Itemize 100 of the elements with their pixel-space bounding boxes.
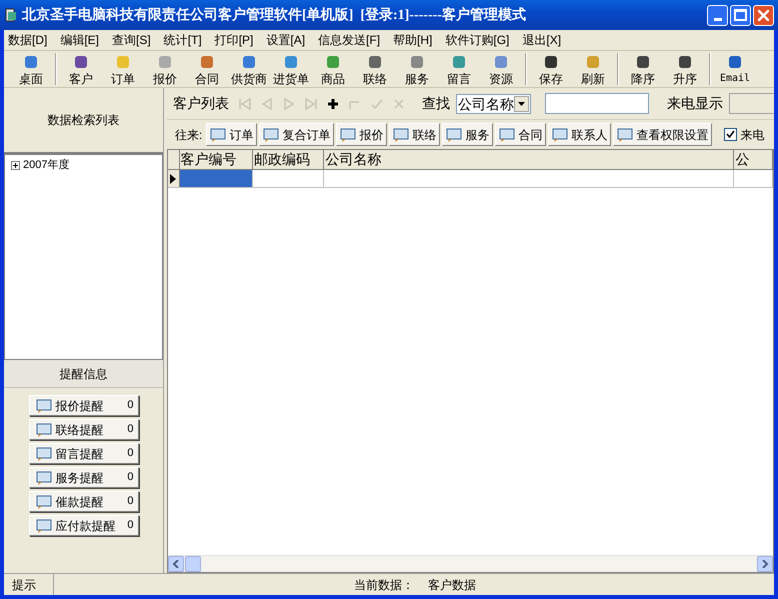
note-icon [36,422,52,436]
tool-icon [451,54,467,70]
first-record-icon [236,96,252,112]
reminder-button[interactable]: 联络提醒 0 [28,419,138,440]
note-icon [552,128,568,142]
toolbar-button[interactable]: 升序 [664,54,706,86]
toolbar-button[interactable]: 桌面 [10,54,52,86]
tool-icon [493,54,509,70]
toolbar-button[interactable]: 报价 [144,54,186,86]
last-record-icon [302,96,318,112]
note-icon [446,128,462,142]
reminder-button[interactable]: 留言提醒 0 [28,443,138,464]
close-icon [758,10,769,20]
tool-icon [677,54,693,70]
link-button[interactable]: 查看权限设置 [613,123,712,146]
status-label: 当前数据： [354,576,414,594]
tool-icon [635,54,651,70]
menu-item[interactable]: 退出[X] [522,31,562,49]
app-icon [4,7,18,23]
toolbar-button[interactable]: 合同 [186,54,228,86]
tool-icon [727,54,743,70]
tool-icon [585,54,601,70]
reminder-button[interactable]: 报价提醒 0 [28,395,138,416]
toolbar-button[interactable]: 供货商 [228,54,270,86]
note-icon [393,128,410,142]
checkbox[interactable] [724,128,738,141]
menu-item[interactable]: 编辑[E] [60,31,100,49]
status-value: 客户数据 [428,576,476,594]
window-title: 北京圣手电脑科技有限责任公司客户管理软件[单机版] [登录:1]-------客户管理模式 [22,6,527,24]
toolbar-button[interactable]: 降序 [622,54,664,86]
column-header[interactable]: 公司名称 [324,150,734,169]
toolbar-button[interactable]: Email [714,54,756,86]
toolbar-button[interactable]: 订单 [102,54,144,86]
column-header[interactable]: 客户编号 [180,150,253,169]
menu-item[interactable]: 设置[A] [266,31,306,49]
note-icon [499,128,516,142]
link-button[interactable]: 服务 [442,123,494,146]
menu-item[interactable]: 软件订购[G] [445,31,510,49]
tool-icon [409,54,425,70]
toolbar-button[interactable]: 进货单 [270,54,312,86]
link-button[interactable]: 合同 [495,123,546,146]
reminder-count: 0 [127,422,134,438]
scroll-thumb[interactable] [185,556,201,572]
caller-field[interactable] [729,93,774,114]
tool-icon [73,54,89,70]
status-hint: 提示 [12,576,36,594]
maximize-button[interactable] [730,4,751,26]
tree-item[interactable]: 2007年度 [23,157,70,174]
minimize-button[interactable] [707,4,728,26]
scroll-right-icon [761,560,769,568]
link-button[interactable]: 订单 [206,123,258,146]
toolbar-button[interactable]: 保存 [530,54,572,86]
column-header[interactable]: 邮政编码 [252,150,324,169]
tool-icon [543,54,559,70]
link-button[interactable]: 复合订单 [259,123,334,146]
toolbar-button[interactable]: 刷新 [572,54,614,86]
menu-item[interactable]: 数据[D] [8,31,48,49]
column-header[interactable]: 公 [734,150,773,169]
toolbar-button[interactable]: 商品 [312,54,354,86]
toolbar-button[interactable]: 资源 [480,54,522,86]
reminder-count: 0 [127,494,134,510]
menu-item[interactable]: 帮助[H] [393,31,432,49]
link-button[interactable]: 报价 [336,123,388,146]
note-icon [36,518,52,532]
tool-icon [157,54,173,70]
find-dropdown[interactable]: 公司名称 [456,94,531,114]
reminder-button[interactable]: 应付款提醒 0 [28,515,138,536]
horizontal-scrollbar[interactable] [168,555,773,572]
toolbar-button[interactable]: 联络 [354,54,396,86]
menu-item[interactable]: 打印[P] [214,31,254,49]
tool-icon [241,54,257,70]
checkbox-label: 来电 [740,126,764,144]
close-button[interactable] [753,4,774,26]
list-title: 客户列表 [173,94,229,113]
find-label: 查找 [422,94,450,113]
reminder-button[interactable]: 服务提醒 0 [28,467,138,488]
note-icon [210,128,226,142]
links-label: 往来: [175,126,202,144]
menu-item[interactable]: 信息发送[F] [318,31,380,49]
note-icon [263,128,280,142]
table-cell[interactable] [180,170,253,187]
toolbar-button[interactable]: 服务 [396,54,438,86]
link-button[interactable]: 联络 [389,123,440,146]
tool-icon [325,54,341,70]
menu-item[interactable]: 查询[S] [112,31,151,49]
expander-icon[interactable] [11,160,20,170]
reminder-count: 0 [127,446,134,462]
link-button[interactable]: 联系人 [548,123,612,146]
search-field[interactable] [545,93,649,114]
tool-icon [283,54,299,70]
toolbar-button[interactable]: 客户 [60,54,102,86]
reminder-button[interactable]: 催款提醒 0 [28,491,138,512]
note-icon [36,470,52,484]
panel-header: 提醒信息 [60,366,108,382]
note-icon [340,128,356,142]
menu-item[interactable]: 统计[T] [164,31,202,49]
tool-icon [367,54,383,70]
tool-icon [23,54,39,70]
maximize-icon [734,9,747,21]
toolbar-button[interactable]: 留言 [438,54,480,86]
